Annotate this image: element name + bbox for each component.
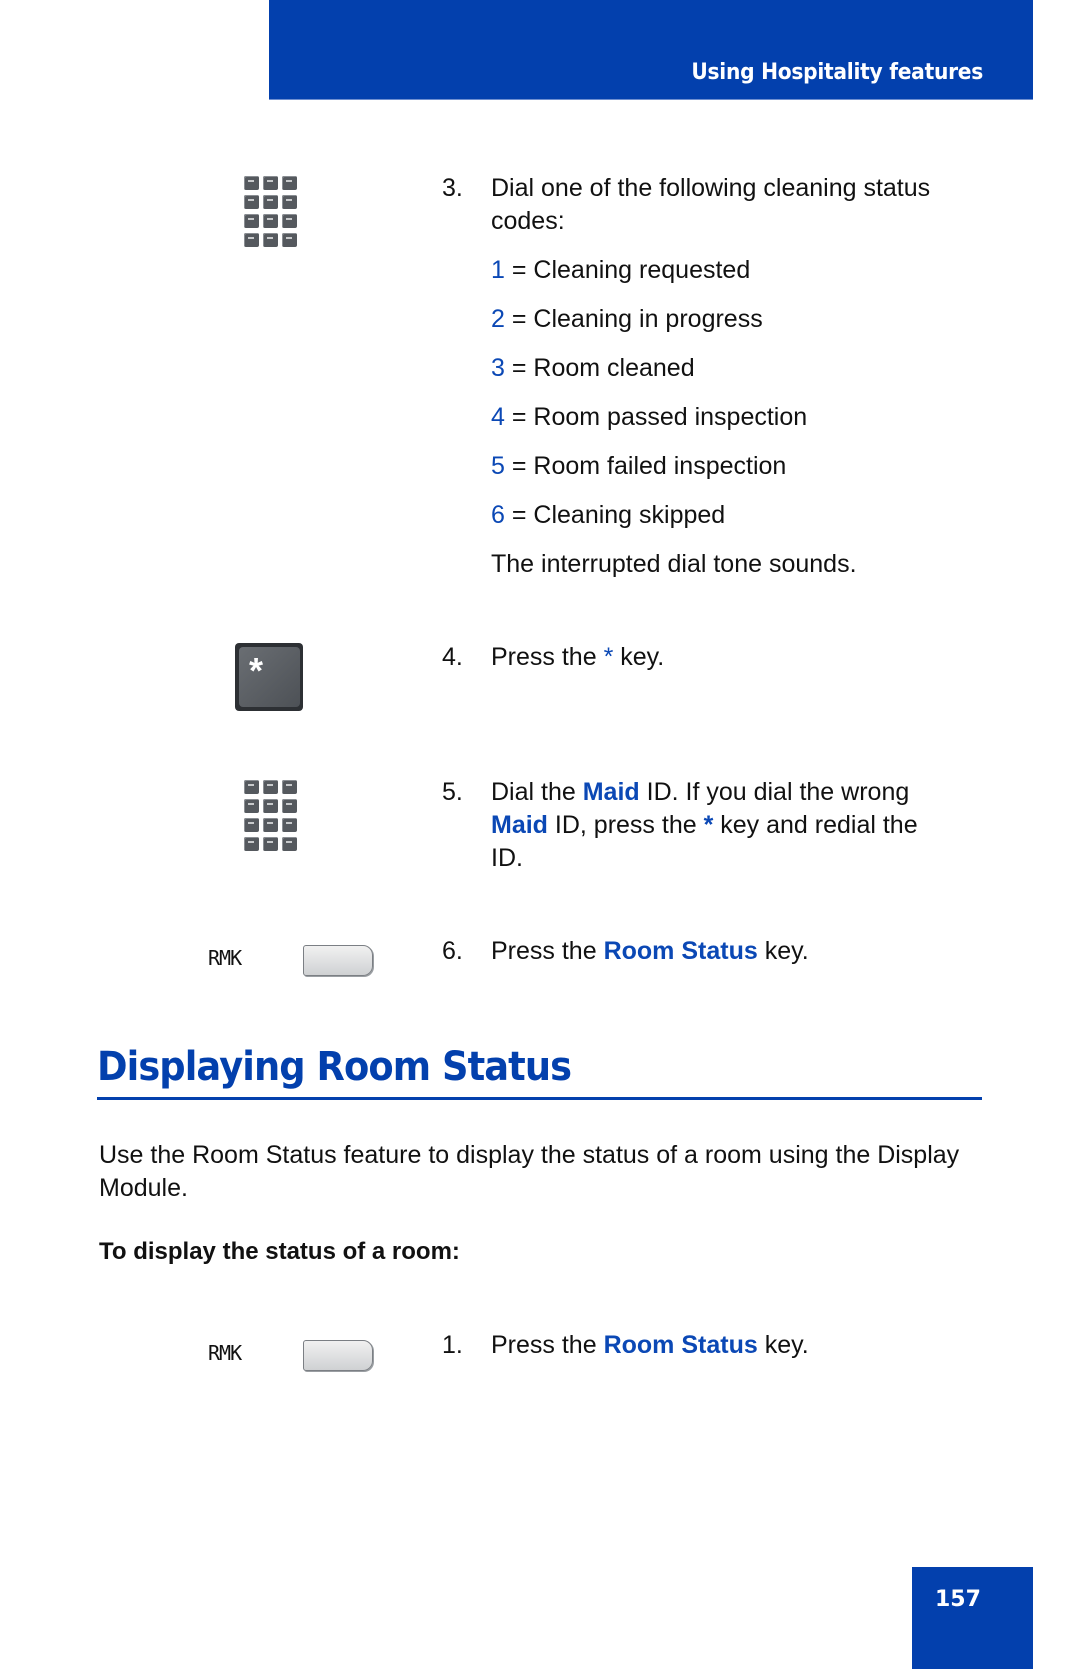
section-heading: Displaying Room Status	[97, 1044, 572, 1090]
step-3: 3. Dial one of the following cleaning st…	[442, 172, 1002, 238]
status-code-item: 6 = Cleaning skipped	[491, 499, 725, 532]
softkey-label: RMK	[208, 1341, 242, 1365]
header-band: Using Hospitality features	[269, 0, 1033, 100]
status-code: 2	[491, 305, 505, 333]
status-code-label: = Cleaning skipped	[511, 501, 726, 529]
status-code-label: = Room passed inspection	[511, 403, 808, 431]
step-number: 6.	[442, 937, 463, 965]
procedure-subheading: To display the status of a room:	[99, 1238, 460, 1265]
status-code: 6	[491, 501, 505, 529]
status-code-item: 2 = Cleaning in progress	[491, 303, 763, 336]
maid-term: Maid	[582, 778, 640, 806]
step-text: Press the	[491, 643, 604, 671]
keypad-icon	[244, 176, 298, 250]
step-4: 4. Press the * key.	[442, 641, 1002, 674]
status-code: 4	[491, 403, 505, 431]
status-code: 3	[491, 354, 505, 382]
step-number: 3.	[442, 174, 463, 202]
status-code: 1	[491, 256, 505, 284]
room-status-term: Room Status	[603, 1331, 758, 1359]
step-text-line: Maid ID, press the * key and redial the	[491, 811, 918, 839]
star-key-glyph: *	[239, 647, 300, 707]
step-text: key.	[613, 643, 665, 671]
step-6: 6. Press the Room Status key.	[442, 935, 1002, 968]
section-step-1: 1. Press the Room Status key.	[442, 1329, 1002, 1362]
status-code-item: 4 = Room passed inspection	[491, 401, 807, 434]
step-note: The interrupted dial tone sounds.	[491, 550, 857, 578]
step-number: 1.	[442, 1331, 463, 1359]
status-code-item: 3 = Room cleaned	[491, 352, 695, 385]
section-paragraph: Use the Room Status feature to display t…	[99, 1141, 960, 1202]
room-status-softkey-icon	[303, 945, 373, 976]
chapter-title: Using Hospitality features	[691, 60, 983, 85]
maid-term: Maid	[491, 811, 548, 839]
status-code-label: = Cleaning requested	[511, 256, 751, 284]
step-text-line: Dial one of the following cleaning statu…	[491, 174, 931, 202]
page-number: 157	[935, 1587, 981, 1612]
star-key-ref: *	[603, 643, 614, 671]
step-number: 5.	[442, 778, 463, 806]
status-code-item: 5 = Room failed inspection	[491, 450, 786, 483]
heading-divider	[97, 1097, 982, 1100]
status-code-label: = Room cleaned	[511, 354, 695, 382]
softkey-label: RMK	[208, 946, 242, 970]
keypad-icon	[244, 780, 298, 854]
step-text-line: ID.	[491, 844, 523, 872]
star-key-icon: *	[235, 643, 303, 711]
star-key-ref: *	[703, 811, 714, 839]
step-text-line: Dial the Maid ID. If you dial the wrong	[491, 778, 910, 806]
step-text-line: codes:	[491, 207, 565, 235]
step-5: 5. Dial the Maid ID. If you dial the wro…	[442, 776, 1002, 875]
status-code-item: 1 = Cleaning requested	[491, 254, 750, 287]
room-status-term: Room Status	[603, 937, 758, 965]
page-number-box: 157	[912, 1567, 1033, 1669]
step-number: 4.	[442, 643, 463, 671]
status-code-label: = Room failed inspection	[511, 452, 787, 480]
status-code: 5	[491, 452, 505, 480]
status-code-label: = Cleaning in progress	[511, 305, 763, 333]
room-status-softkey-icon	[303, 1340, 373, 1371]
